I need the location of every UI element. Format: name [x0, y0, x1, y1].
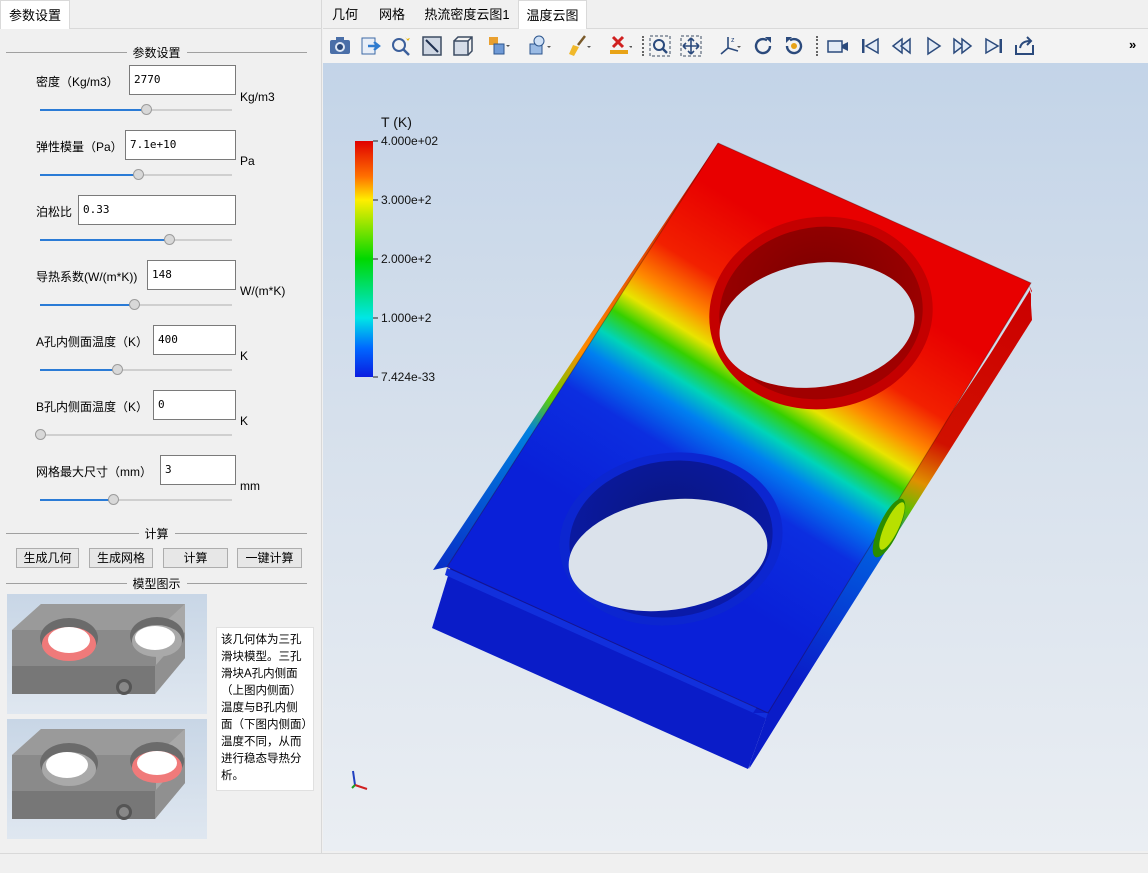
slider-thumb[interactable] — [163, 234, 175, 245]
left-tab-bar: 参数设置 — [0, 0, 322, 29]
result-panel: 几何 网格 热流密度云图1 温度云图 z » T (K) 4.000e+02 3… — [323, 0, 1148, 853]
axis-triad-icon — [351, 770, 368, 790]
hole-a-temp-unit: K — [240, 349, 249, 363]
record-icon[interactable] — [826, 34, 850, 58]
model-image-hole-b — [7, 719, 207, 839]
slider-thumb[interactable] — [107, 494, 119, 505]
generate-mesh-button[interactable]: 生成网格 — [89, 548, 153, 568]
legend-tick-label: 2.000e+2 — [381, 252, 432, 266]
axis-orient-icon[interactable]: z — [718, 34, 742, 58]
model-group-title: 模型图示 — [6, 575, 307, 592]
zoom-window-icon[interactable] — [648, 34, 672, 58]
parameter-panel: 参数设置 参数设置 密度（Kg/m3） 2770 Kg/m3 弹性模量（Pa） … — [0, 0, 322, 853]
slider-thumb[interactable] — [140, 104, 152, 115]
share-icon[interactable] — [1013, 34, 1037, 58]
compute-button[interactable]: 计算 — [163, 548, 228, 568]
display-mode-icon[interactable] — [486, 34, 510, 58]
elastic-modulus-input[interactable]: 7.1e+10 — [125, 130, 236, 160]
toolbar-separator — [642, 36, 644, 56]
slider-thumb[interactable] — [35, 429, 46, 440]
status-bar — [0, 853, 1148, 873]
param-label-poisson: 泊松比 — [36, 205, 73, 219]
clear-brush-icon[interactable] — [567, 34, 591, 58]
model-description: 该几何体为三孔滑块模型。三孔滑块A孔内侧面（上图内侧面）温度与B孔内侧面（下图内… — [216, 627, 314, 791]
legend-colorbar — [355, 141, 373, 377]
elastic-modulus-unit: Pa — [240, 154, 255, 168]
hole-b-temp-slider[interactable] — [35, 429, 232, 441]
camera-icon[interactable] — [328, 34, 352, 58]
export-icon[interactable] — [359, 34, 383, 58]
conductivity-input[interactable]: 148 — [147, 260, 236, 290]
legend-tick-label: 4.000e+02 — [381, 134, 438, 148]
slider-thumb[interactable] — [132, 169, 144, 180]
tab-mesh[interactable]: 网格 — [369, 0, 415, 29]
tab-geometry[interactable]: 几何 — [323, 0, 367, 29]
slider-thumb[interactable] — [129, 299, 141, 310]
conductivity-unit: W/(m*K) — [240, 284, 286, 298]
param-label-hole-b-temp: B孔内侧面温度（K） — [36, 400, 149, 414]
toolbar-overflow-button[interactable]: » — [1129, 37, 1136, 52]
delete-mark-icon[interactable] — [608, 34, 633, 58]
tab-params[interactable]: 参数设置 — [0, 0, 70, 29]
toolbar-separator — [816, 36, 818, 56]
hole-b-temp-input[interactable]: 0 — [153, 390, 236, 420]
slider-thumb[interactable] — [111, 364, 123, 375]
param-label-hole-a-temp: A孔内侧面温度（K） — [36, 335, 149, 349]
hole-a-temp-input[interactable]: 400 — [153, 325, 236, 355]
hole-b-temp-unit: K — [240, 414, 249, 428]
one-click-compute-button[interactable]: 一键计算 — [237, 548, 302, 568]
params-group-title: 参数设置 — [6, 44, 307, 61]
compute-group-title: 计算 — [6, 525, 307, 542]
conductivity-slider[interactable] — [40, 299, 232, 311]
play-icon[interactable] — [921, 34, 945, 58]
param-label-elastic-modulus: 弹性模量（Pa） — [36, 140, 123, 154]
poisson-slider[interactable] — [40, 234, 232, 246]
elastic-modulus-slider[interactable] — [40, 169, 232, 181]
legend-tick-label: 1.000e+2 — [381, 311, 432, 325]
density-unit: Kg/m3 — [240, 90, 275, 104]
pan-icon[interactable] — [679, 34, 703, 58]
rotate-ccw-icon[interactable] — [782, 34, 806, 58]
svg-text:z: z — [731, 37, 735, 44]
param-label-conductivity: 导热系数(W/(m*K)) — [36, 270, 138, 284]
prev-frame-icon[interactable] — [889, 34, 913, 58]
view-toolbar: z » — [323, 29, 1148, 63]
param-label-density: 密度（Kg/m3） — [36, 75, 119, 89]
model-image-hole-a — [7, 594, 207, 714]
density-slider[interactable] — [40, 104, 232, 116]
render-mode-icon[interactable] — [528, 34, 552, 58]
mesh-size-unit: mm — [240, 479, 260, 493]
result-tab-bar: 几何 网格 热流密度云图1 温度云图 — [323, 0, 1148, 29]
poisson-input[interactable]: 0.33 — [78, 195, 236, 225]
legend-title: T (K) — [381, 114, 412, 130]
next-frame-icon[interactable] — [951, 34, 975, 58]
mesh-size-slider[interactable] — [40, 494, 232, 506]
tab-temperature[interactable]: 温度云图 — [518, 0, 587, 29]
first-frame-icon[interactable] — [858, 34, 882, 58]
mesh-size-input[interactable]: 3 — [160, 455, 236, 485]
hole-a-temp-slider[interactable] — [40, 364, 232, 376]
param-label-mesh-size: 网格最大尺寸（mm） — [36, 465, 152, 479]
last-frame-icon[interactable] — [982, 34, 1006, 58]
density-input[interactable]: 2770 — [129, 65, 236, 95]
legend-tick-label: 3.000e+2 — [381, 193, 432, 207]
generate-geometry-button[interactable]: 生成几何 — [16, 548, 79, 568]
tab-heat-flux[interactable]: 热流密度云图1 — [417, 0, 517, 29]
rotate-cw-icon[interactable] — [751, 34, 775, 58]
legend-tick-label: 7.424e-33 — [381, 370, 435, 384]
box-view-icon[interactable] — [451, 34, 475, 58]
query-icon[interactable] — [389, 34, 413, 58]
render-viewport[interactable]: T (K) 4.000e+02 3.000e+2 2.000e+2 1.000e+2 7… — [323, 63, 1148, 851]
view-fit-icon[interactable] — [420, 34, 444, 58]
